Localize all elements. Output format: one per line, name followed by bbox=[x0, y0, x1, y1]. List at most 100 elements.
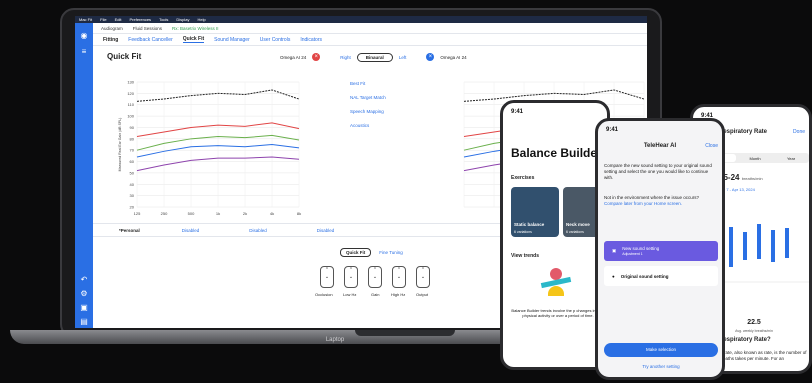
rate-bar bbox=[729, 227, 733, 267]
nal-target-link[interactable]: NAL Target Match bbox=[350, 95, 386, 100]
status-time: 9:41 bbox=[606, 127, 619, 133]
y-tick-label: 20 bbox=[130, 205, 135, 210]
rate-range: 15-24 breaths/min bbox=[719, 173, 763, 182]
make-selection-button[interactable]: Make selection bbox=[604, 343, 718, 357]
balance-illustration-icon bbox=[540, 268, 572, 298]
y-tick-label: 110 bbox=[128, 102, 135, 107]
acoustics-link[interactable]: Acoustics bbox=[350, 123, 386, 128]
menu-item[interactable]: Mac Fit bbox=[79, 17, 92, 22]
y-axis-label: Measured Real Ear Gain (dB SPL) bbox=[118, 118, 122, 172]
option-sub: Adjustment 1 bbox=[622, 252, 643, 256]
try-another-button[interactable]: Try another setting bbox=[604, 364, 718, 369]
section-title: View trends bbox=[511, 253, 539, 259]
program-tab[interactable]: Disabled bbox=[249, 228, 267, 233]
best-fit-link[interactable]: Best Fit bbox=[350, 81, 386, 86]
card-sub: 6 variations bbox=[514, 230, 532, 234]
tab-quick-fit[interactable]: Quick Fit bbox=[182, 36, 205, 43]
fine-tuning-tab[interactable]: Fine Tuning bbox=[379, 250, 403, 255]
phone-balance-builder: 9:41 Balance Builder Exercises Static ba… bbox=[500, 100, 610, 370]
exercise-card[interactable]: Static balance 6 variations bbox=[511, 187, 559, 237]
tab-indicators[interactable]: Indicators bbox=[300, 37, 322, 43]
chat-icon[interactable]: ▣ bbox=[79, 303, 89, 313]
close-button[interactable]: Close bbox=[705, 138, 718, 154]
undo-icon[interactable]: ↶ bbox=[79, 275, 89, 285]
menu-bar: Mac Fit File Edit Preferences Tools Disp… bbox=[75, 16, 647, 23]
rate-bar bbox=[771, 230, 775, 262]
x-tick-label: 8k bbox=[297, 211, 301, 216]
fit-links: Best Fit NAL Target Match Speech Mapping… bbox=[350, 81, 386, 128]
x-tick-label: 500 bbox=[188, 211, 195, 216]
program-tab[interactable]: *Personal bbox=[119, 228, 140, 233]
card-sub: 6 variations bbox=[566, 230, 584, 234]
page-title: TeleHear AI bbox=[643, 143, 677, 149]
speech-mapping-link[interactable]: Speech Mapping bbox=[350, 109, 386, 114]
occlusion-stepper[interactable]: ⌃ ⌄ bbox=[320, 266, 334, 288]
settings-icon[interactable]: ⚙ bbox=[79, 289, 89, 299]
y-tick-label: 120 bbox=[127, 91, 134, 96]
status-time: 9:41 bbox=[511, 109, 524, 115]
rate-chart bbox=[719, 224, 809, 283]
tab-user-controls[interactable]: User Controls bbox=[260, 37, 291, 43]
knob-label: High Hz bbox=[391, 292, 406, 297]
rate-unit: breaths/min bbox=[741, 176, 763, 181]
knob-label: Occlusion bbox=[315, 292, 333, 297]
knob-label: Output bbox=[416, 292, 429, 297]
menu-item[interactable]: Edit bbox=[115, 17, 122, 22]
quick-fit-tab[interactable]: Quick Fit bbox=[340, 248, 372, 257]
page-title: Respiratory Rate bbox=[719, 129, 768, 135]
menu-item[interactable]: Display bbox=[176, 17, 189, 22]
profile-icon[interactable]: ◉ bbox=[79, 31, 89, 41]
close-icon[interactable]: × bbox=[426, 53, 435, 61]
y-tick-label: 40 bbox=[130, 182, 135, 187]
menu-item[interactable]: Preferences bbox=[129, 17, 151, 22]
fitting-nav: Fitting Feedback Canceller Quick Fit Sou… bbox=[93, 34, 647, 46]
segment-month[interactable]: Month bbox=[737, 156, 773, 161]
program-tab[interactable]: Disabled bbox=[182, 228, 200, 233]
option-original-sound[interactable]: ● Original sound setting bbox=[604, 266, 718, 286]
card-title: Neck move bbox=[566, 222, 590, 227]
laptop-label: Laptop bbox=[325, 337, 345, 343]
laptop-notch bbox=[355, 330, 455, 336]
rate-bar bbox=[785, 228, 789, 258]
option-new-sound[interactable]: ▣ New sound setting Adjustment 1 bbox=[604, 241, 718, 261]
segment-year[interactable]: Year bbox=[773, 156, 809, 161]
high-hz-stepper[interactable]: ⌃ ⌄ bbox=[392, 266, 406, 288]
menu-item[interactable]: Help bbox=[198, 17, 206, 22]
env-text: Not in the environment where the issue o… bbox=[604, 195, 718, 207]
page-title: Quick Fit bbox=[107, 52, 142, 61]
ear-binaural-button[interactable]: Binaural bbox=[356, 52, 393, 62]
ear-left-button[interactable]: Left bbox=[399, 55, 407, 60]
output-stepper[interactable]: ⌃ ⌄ bbox=[416, 266, 430, 288]
fluid-sessions-button[interactable]: Fluid Sessions bbox=[133, 26, 162, 31]
option-text: New sound setting Adjustment 1 bbox=[622, 246, 659, 256]
ear-selector: Omega AI 24 × Right Binaural Left × Omeg… bbox=[280, 52, 467, 62]
phone-telehear: 9:41 TeleHear AI Close Compare the new s… bbox=[595, 118, 725, 380]
y-tick-label: 30 bbox=[130, 193, 135, 198]
menu-item[interactable]: Tools bbox=[159, 17, 168, 22]
low-hz-stepper[interactable]: ⌃ ⌄ bbox=[344, 266, 358, 288]
device-status: Rx: Basetrix Wireless II bbox=[172, 25, 219, 31]
document-icon[interactable]: ▤ bbox=[79, 317, 89, 327]
y-tick-label: 90 bbox=[130, 125, 135, 130]
section-title: Respiratory Rate? bbox=[719, 337, 771, 343]
rate-bar bbox=[743, 232, 747, 260]
compare-later-link[interactable]: Compare later from your Home screen. bbox=[604, 201, 682, 206]
y-tick-label: 50 bbox=[130, 170, 135, 175]
knob-label: Gain bbox=[371, 292, 380, 297]
option-title: Original sound setting bbox=[620, 273, 669, 279]
tab-sound-manager[interactable]: Sound Manager bbox=[214, 37, 250, 43]
x-tick-label: 4k bbox=[270, 211, 274, 216]
audiogram-button[interactable]: Audiogram bbox=[101, 26, 123, 31]
option-title: New sound setting bbox=[622, 246, 660, 251]
program-tab[interactable]: Disabled bbox=[317, 228, 335, 233]
y-tick-label: 100 bbox=[127, 114, 134, 119]
ear-right-button[interactable]: Right bbox=[340, 55, 351, 60]
menu-item[interactable]: File bbox=[100, 17, 106, 22]
fitting-dropdown[interactable]: Fitting bbox=[103, 37, 118, 43]
close-icon[interactable]: × bbox=[312, 53, 321, 61]
gain-stepper[interactable]: ⌃ ⌄ bbox=[368, 266, 382, 288]
done-button[interactable]: Done bbox=[793, 129, 805, 135]
rate-bar bbox=[757, 224, 761, 259]
menu-icon[interactable]: ≡ bbox=[79, 47, 89, 57]
tab-feedback-canceller[interactable]: Feedback Canceller bbox=[128, 37, 172, 43]
